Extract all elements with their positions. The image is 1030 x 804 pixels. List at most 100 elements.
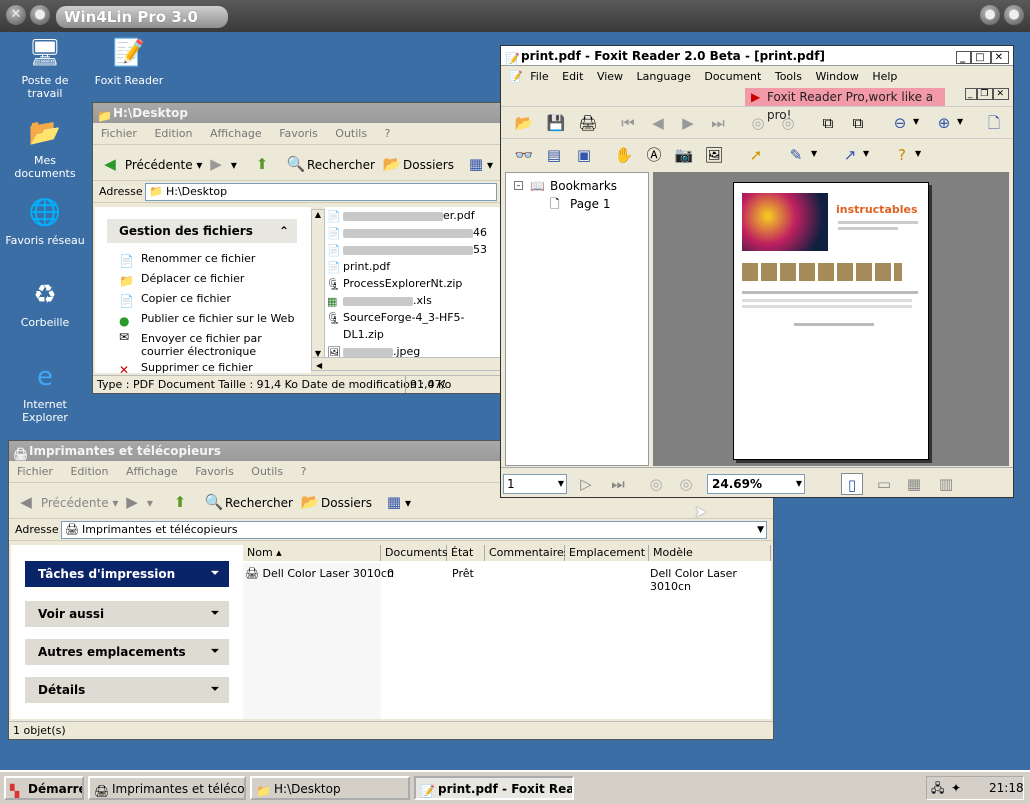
menu-edition[interactable]: Edition — [154, 127, 192, 140]
file-item[interactable]: 🗜 SourceForge-4_3-HF5-DL1.zip — [325, 309, 503, 343]
back-button[interactable]: ◀ Précédente ▾ — [15, 491, 118, 513]
copy-page-icon[interactable]: ⧉ — [817, 112, 839, 134]
up-folder-button[interactable]: ⬆ — [251, 153, 273, 175]
minimize-icon[interactable]: _ — [956, 51, 972, 64]
snapshot-icon[interactable]: 📷 — [673, 144, 695, 166]
table-row[interactable]: 🖨 Dell Color Laser 3010cn — [245, 567, 394, 580]
menu-help[interactable]: ? — [301, 465, 307, 478]
dropdown-arrow-icon[interactable]: ▼ — [796, 475, 802, 493]
task-details[interactable]: Détails ⏷ — [25, 677, 229, 703]
next-page-icon[interactable]: ▶ — [677, 112, 699, 134]
address-input[interactable]: 🖨 Imprimantes et télécopieurs ▼ — [61, 521, 767, 539]
close-icon[interactable]: ✕ — [6, 5, 26, 25]
views-button[interactable]: ▦ ▾ — [465, 153, 493, 175]
previous-page-icon[interactable]: ◀ — [647, 112, 669, 134]
menu-fichier[interactable]: Fichier — [101, 127, 137, 140]
menu-fichier[interactable]: Fichier — [17, 465, 53, 478]
file-item-print-pdf[interactable]: 📄 print.pdf — [325, 258, 503, 275]
help-dropdown-icon[interactable]: ▼ — [915, 149, 921, 158]
scroll-up-icon[interactable]: ▲ — [312, 210, 324, 219]
page-number-input[interactable]: 1 ▼ — [503, 474, 567, 494]
menu-affichage[interactable]: Affichage — [210, 127, 262, 140]
menu-tools[interactable]: Tools — [775, 70, 802, 83]
file-item[interactable]: 📄 46 — [325, 224, 503, 241]
zoom-out-dropdown-icon[interactable]: ▼ — [913, 117, 919, 126]
forward-button[interactable]: ▶ ▾ — [121, 491, 153, 513]
maximize-icon[interactable]: □ — [971, 51, 991, 64]
menu-favoris[interactable]: Favoris — [195, 465, 234, 478]
zoom-in-icon[interactable]: ⊕ — [933, 112, 955, 134]
binoculars-icon[interactable]: 👓 — [513, 144, 535, 166]
desktop-icon-computer[interactable]: 🖥 Poste de travail — [3, 36, 87, 100]
folders-button[interactable]: 📂 Dossiers — [299, 491, 372, 513]
menu-outils[interactable]: Outils — [335, 127, 367, 140]
link-dropdown-icon[interactable]: ▼ — [863, 149, 869, 158]
task-panel-header[interactable]: Gestion des fichiers ⌃ — [107, 219, 297, 243]
taskbar-button-foxit[interactable]: 📝print.pdf - Foxit Read... — [414, 776, 574, 800]
search-button[interactable]: 🔍 Rechercher — [285, 153, 375, 175]
promo-banner[interactable]: ▶ Foxit Reader Pro,work like a pro! — [745, 88, 945, 122]
forward-button[interactable]: ▶ ▾ — [205, 153, 237, 175]
task-publish[interactable]: ● Publier ce fichier sur le Web — [107, 309, 297, 329]
menu-window[interactable]: Window — [815, 70, 858, 83]
close-icon[interactable]: ✕ — [990, 51, 1009, 64]
menu-file[interactable]: File — [530, 70, 548, 83]
continuous-page-icon[interactable]: ▭ — [873, 473, 895, 495]
taskbar-button-desktop[interactable]: 📁 H:\Desktop — [250, 776, 410, 800]
file-item[interactable]: 🖼 .jpeg — [325, 343, 503, 357]
first-page-icon[interactable]: ⏮ — [617, 112, 639, 134]
page-icon[interactable]: 🗋 — [983, 112, 1005, 134]
zoom-input[interactable]: 24.69% ▼ — [707, 474, 805, 494]
desktop-icon-documents[interactable]: 📂 Mes documents — [3, 116, 87, 180]
desktop-icon-recycle[interactable]: ♻ Corbeille — [3, 278, 87, 329]
zoom-out-icon[interactable]: ⊖ — [889, 112, 911, 134]
go-forward-icon[interactable]: ◎ — [777, 112, 799, 134]
settings-icon[interactable]: ● — [1004, 5, 1024, 25]
single-page-icon[interactable]: ▯ — [841, 473, 863, 495]
minimize-icon[interactable]: _ — [964, 88, 978, 100]
column-header-nom[interactable]: Nom ▴ — [243, 545, 381, 561]
task-print-tasks[interactable]: Tâches d'impression ⏷ — [25, 561, 229, 587]
column-header-etat[interactable]: État — [447, 545, 485, 561]
open-icon[interactable]: 📂 — [513, 112, 535, 134]
task-move[interactable]: 📁 Déplacer ce fichier — [107, 269, 297, 289]
save-icon[interactable]: 💾 — [545, 112, 567, 134]
last-page-icon[interactable]: ⏭ — [707, 112, 729, 134]
column-header-documents[interactable]: Documents — [381, 545, 448, 561]
dropdown-arrow-icon[interactable]: ▼ — [757, 522, 764, 538]
menu-affichage[interactable]: Affichage — [126, 465, 178, 478]
last-page-icon[interactable]: ⏭ — [607, 473, 629, 495]
go-forward-icon[interactable]: ◎ — [675, 473, 697, 495]
task-delete[interactable]: ✕ Supprimer ce fichier — [107, 358, 297, 373]
menu-help[interactable]: ? — [385, 127, 391, 140]
menu-view[interactable]: View — [597, 70, 623, 83]
minimize-icon[interactable]: ● — [30, 5, 50, 25]
views-button[interactable]: ▦ ▾ — [383, 491, 411, 513]
close-icon[interactable]: ✕ — [993, 88, 1009, 100]
tray-network-icon[interactable]: 🖧 — [931, 777, 944, 799]
file-item[interactable]: 🗜 ProcessExplorerNt.zip — [325, 275, 503, 292]
taskbar-button-printers[interactable]: 🖨Imprimantes et télécopie... — [88, 776, 246, 800]
task-rename[interactable]: 📄 Renommer ce fichier — [107, 249, 297, 269]
desktop-icon-ie[interactable]: e Internet Explorer — [3, 360, 87, 424]
text-select-icon[interactable]: Ⓐ — [643, 144, 665, 166]
zoom-in-dropdown-icon[interactable]: ▼ — [957, 117, 963, 126]
bookmarks-root[interactable]: – 📖 Bookmarks — [506, 173, 648, 195]
desktop-icon-foxit[interactable]: 📝 Foxit Reader — [87, 36, 171, 87]
start-button[interactable]: ▚ Démarrer — [4, 776, 84, 800]
task-email[interactable]: ✉ Envoyer ce fichier par courrier électro… — [107, 329, 297, 359]
vertical-scrollbar[interactable]: ▲ ▼ — [311, 209, 325, 359]
dropdown-arrow-icon[interactable]: ▼ — [558, 475, 564, 493]
menu-language[interactable]: Language — [637, 70, 691, 83]
hand-tool-icon[interactable]: ✋ — [613, 144, 635, 166]
folders-button[interactable]: 📂 Dossiers — [381, 153, 454, 175]
back-button[interactable]: ◀ Précédente ▾ — [99, 153, 202, 175]
address-input[interactable]: 📁 H:\Desktop — [145, 183, 497, 201]
horizontal-scrollbar[interactable]: ◀ — [311, 357, 503, 371]
menu-document[interactable]: Document — [704, 70, 761, 83]
continuous-facing-icon[interactable]: ▥ — [935, 473, 957, 495]
file-item[interactable]: 📄 er.pdf — [325, 207, 503, 224]
file-item[interactable]: ▦ .xls — [325, 292, 503, 309]
column-header-emplacement[interactable]: Emplacement — [565, 545, 649, 561]
bookmarks-panel-icon[interactable]: ▤ — [543, 144, 565, 166]
